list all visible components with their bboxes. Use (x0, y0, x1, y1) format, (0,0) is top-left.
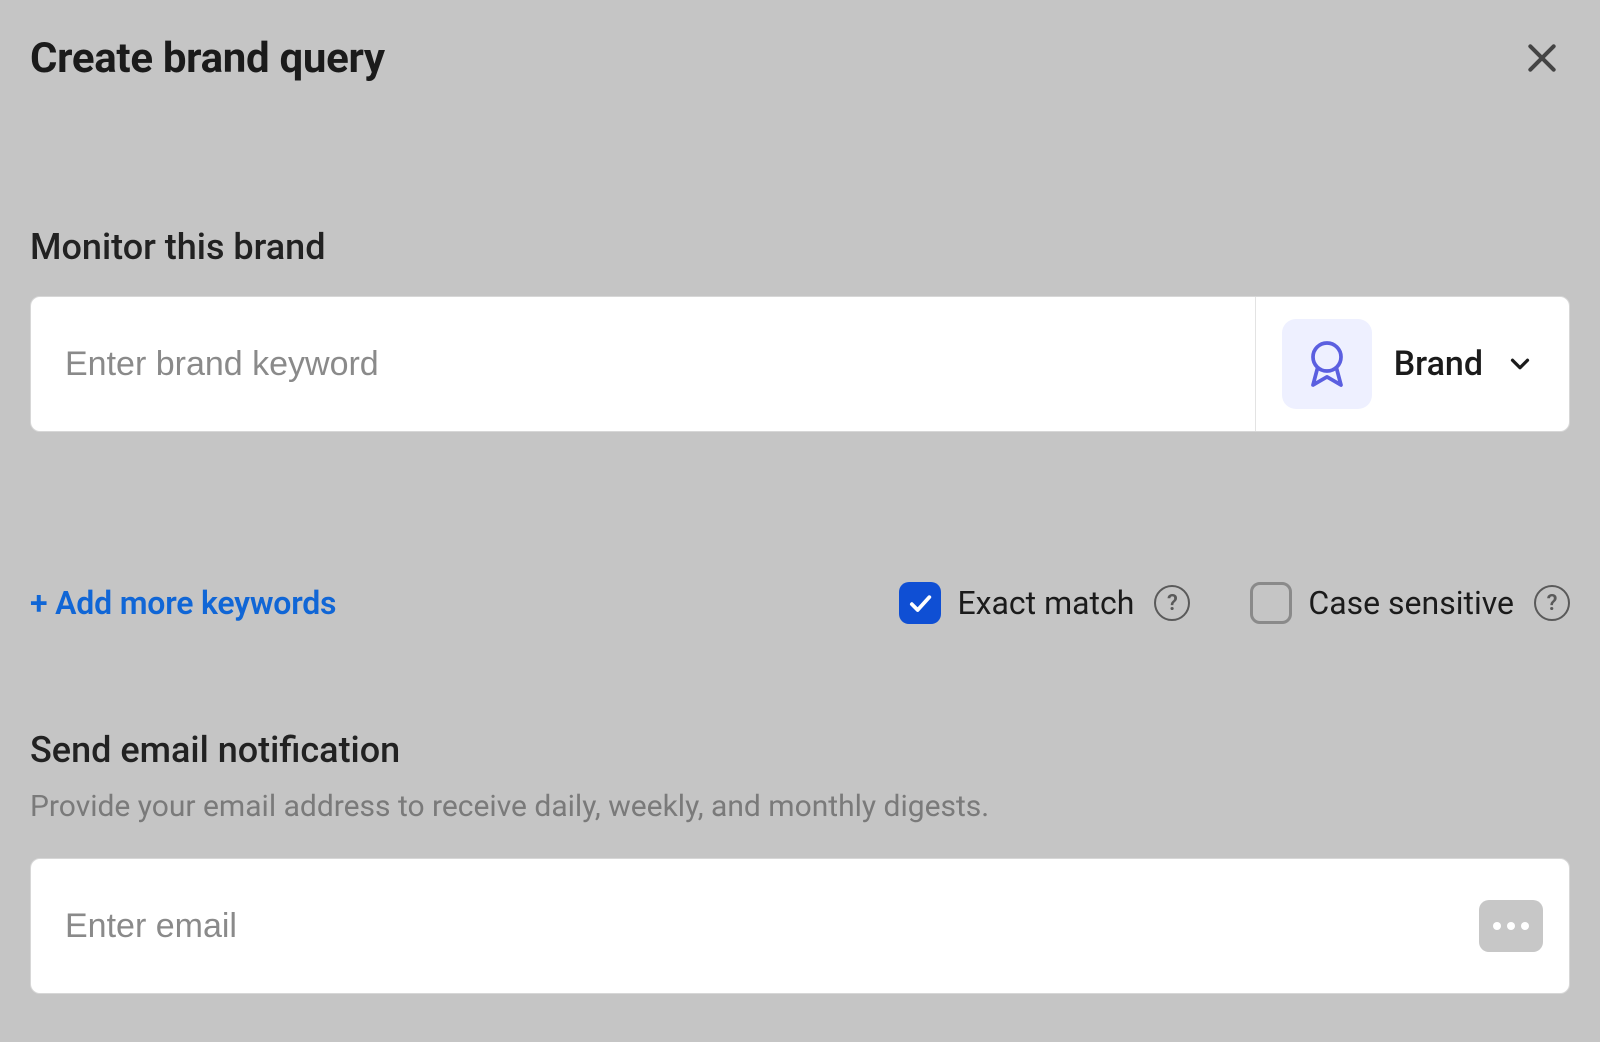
exact-match-group: Exact match ? (899, 582, 1190, 624)
close-icon (1522, 38, 1562, 78)
check-icon (906, 589, 934, 617)
monitor-brand-section: Monitor this brand Brand (30, 226, 1570, 432)
keyword-type-dropdown[interactable]: Brand (1255, 297, 1569, 431)
monitor-brand-label: Monitor this brand (30, 226, 1570, 268)
chevron-down-icon (1505, 349, 1535, 379)
exact-match-help[interactable]: ? (1154, 585, 1190, 621)
ellipsis-icon (1507, 922, 1515, 930)
help-icon: ? (1167, 591, 1178, 616)
create-brand-query-panel: Create brand query Monitor this brand Br… (0, 0, 1600, 1042)
exact-match-label: Exact match (957, 584, 1134, 622)
exact-match-checkbox[interactable] (899, 582, 941, 624)
add-more-keywords-link[interactable]: + Add more keywords (30, 584, 336, 622)
case-sensitive-help[interactable]: ? (1534, 585, 1570, 621)
brand-keyword-row: Brand (30, 296, 1570, 432)
email-section-title: Send email notification (30, 729, 1570, 771)
email-input-row (30, 858, 1570, 994)
close-button[interactable] (1514, 30, 1570, 86)
case-sensitive-group: Case sensitive ? (1250, 582, 1570, 624)
ellipsis-icon (1493, 922, 1501, 930)
ribbon-badge (1282, 319, 1372, 409)
case-sensitive-checkbox[interactable] (1250, 582, 1292, 624)
panel-title: Create brand query (30, 34, 385, 83)
email-section-description: Provide your email address to receive da… (30, 789, 1570, 824)
case-sensitive-label: Case sensitive (1308, 584, 1514, 622)
ribbon-icon (1299, 336, 1355, 392)
email-input[interactable] (65, 907, 1479, 946)
email-notification-section: Send email notification Provide your ema… (30, 729, 1570, 994)
brand-keyword-input[interactable] (31, 297, 1255, 431)
email-more-button[interactable] (1479, 900, 1543, 952)
help-icon: ? (1547, 591, 1558, 616)
panel-header: Create brand query (30, 30, 1570, 86)
ellipsis-icon (1521, 922, 1529, 930)
keyword-options-row: + Add more keywords Exact match ? Case s… (30, 582, 1570, 624)
keyword-type-label: Brand (1394, 344, 1483, 384)
